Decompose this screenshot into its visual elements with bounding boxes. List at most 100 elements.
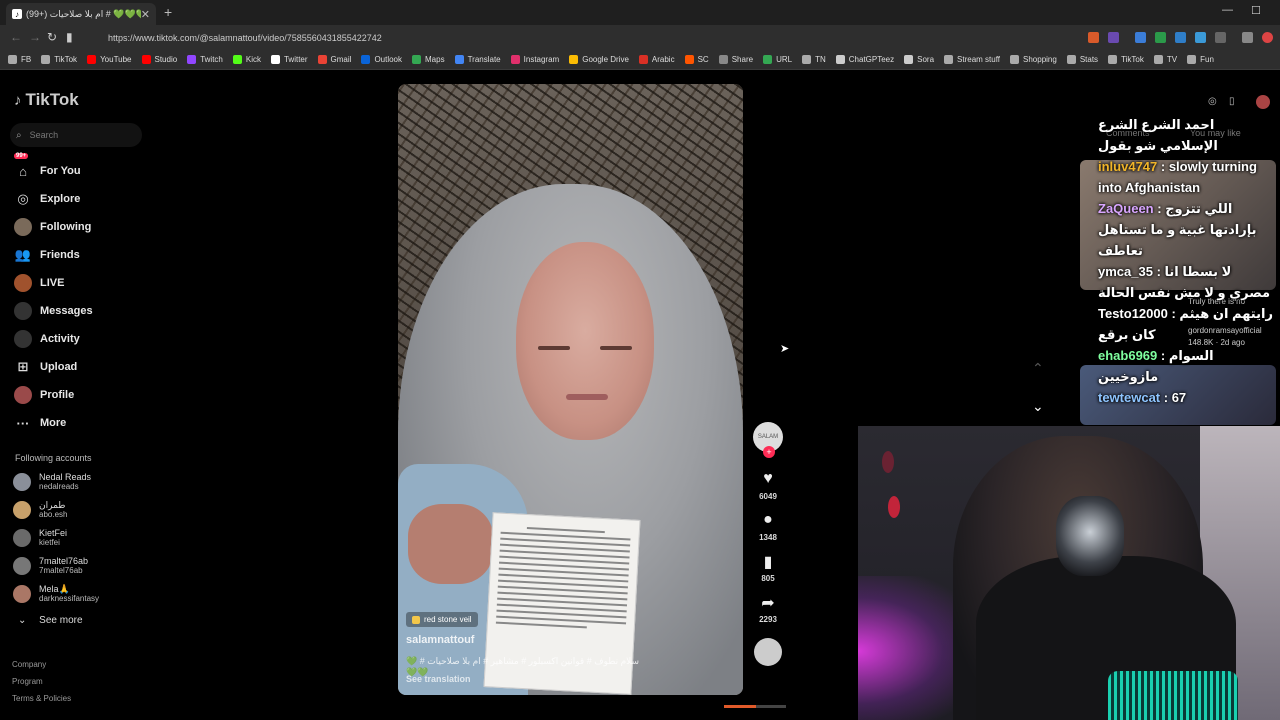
share-button[interactable]: ➦ 2293 xyxy=(752,593,784,624)
sidebar-item-more[interactable]: ··· More xyxy=(14,409,93,437)
author-avatar[interactable]: SALAM + xyxy=(753,422,783,458)
bookmark-chatgpteez[interactable]: ChatGPTeez xyxy=(835,55,894,64)
bookmark-gmail[interactable]: Gmail xyxy=(317,55,351,64)
bookmark-favicon-icon xyxy=(232,55,242,64)
bookmark-shopping[interactable]: Shopping xyxy=(1010,55,1057,64)
bookmark-google-drive[interactable]: Google Drive xyxy=(569,55,629,64)
sidebar-item-activity[interactable]: 99+ Activity xyxy=(14,153,93,353)
bookmark-fun[interactable]: Fun xyxy=(1187,55,1214,64)
video-player[interactable]: red stone veil salamnattouf سلام نطوف # … xyxy=(398,84,743,695)
music-disc-icon[interactable] xyxy=(754,638,782,666)
chat-username: ehab6969 xyxy=(1098,348,1158,363)
bookmark-maps[interactable]: Maps xyxy=(412,55,445,64)
brave-shield-icon[interactable] xyxy=(1088,32,1099,43)
save-button[interactable]: ▮ 805 xyxy=(752,552,784,583)
bookmark-twitch[interactable]: Twitch xyxy=(187,55,223,64)
bookmark-fb[interactable]: FB xyxy=(8,55,31,64)
bookmark-stats[interactable]: Stats xyxy=(1066,55,1098,64)
following-account-item[interactable]: طمران abo.esh xyxy=(13,496,99,524)
browser-tab[interactable]: ♪ (99+) ام بلا صلاحيات # 💚💚💚 # ✕ xyxy=(6,3,156,25)
previous-video-button[interactable]: ⌃ xyxy=(1032,360,1044,377)
bookmark-outlook[interactable]: Outlook xyxy=(361,55,402,64)
sidebar-item-explore[interactable]: ◎ Explore xyxy=(14,185,93,213)
chat-separator: : xyxy=(1157,159,1169,174)
tab-title: (99+) ام بلا صلاحيات # 💚💚💚 # xyxy=(26,8,141,19)
activity-icon xyxy=(14,330,32,348)
bookmark-icon[interactable]: ▮ xyxy=(66,30,73,44)
comment-button[interactable]: ● 1348 xyxy=(752,511,784,542)
bookmark-sora[interactable]: Sora xyxy=(904,55,934,64)
media-icon[interactable] xyxy=(1242,32,1253,43)
sidebar-item-upload[interactable]: ⊞ Upload xyxy=(14,353,93,381)
profile-avatar-icon[interactable] xyxy=(1256,95,1270,109)
bookmark-arabic[interactable]: Arabic xyxy=(638,55,675,64)
following-account-item[interactable]: KietFei kietfei xyxy=(13,524,99,552)
sound-chip[interactable]: red stone veil xyxy=(406,612,478,627)
bookmark-tiktok[interactable]: TikTok xyxy=(41,55,77,64)
extension-icon[interactable] xyxy=(1135,32,1146,43)
new-tab-button[interactable]: + xyxy=(164,4,172,20)
bookmark-kick[interactable]: Kick xyxy=(232,55,261,64)
bookmark-instagram[interactable]: Instagram xyxy=(510,55,559,64)
see-more-button[interactable]: ⌄ See more xyxy=(18,615,83,626)
sidebar-item-for-you[interactable]: ⌂ For You xyxy=(14,157,93,185)
forward-arrow-icon[interactable]: → xyxy=(29,30,41,44)
bookmark-favicon-icon xyxy=(1108,55,1118,64)
back-arrow-icon[interactable]: ← xyxy=(10,30,22,44)
phone-icon[interactable]: ▯ xyxy=(1229,96,1235,107)
extension-icon[interactable] xyxy=(1108,32,1119,43)
bookmark-share[interactable]: Share xyxy=(718,55,753,64)
bookmark-favicon-icon xyxy=(1153,55,1163,64)
video-progress-track[interactable] xyxy=(756,705,786,708)
bookmark-favicon-icon xyxy=(361,55,371,64)
footer-link-program[interactable]: Program xyxy=(12,673,71,690)
bookmark-youtube[interactable]: YouTube xyxy=(87,55,132,64)
following-account-item[interactable]: Nedal Reads nedalreads xyxy=(13,468,99,496)
bookmark-studio[interactable]: Studio xyxy=(141,55,177,64)
next-video-button[interactable]: ⌄ xyxy=(1032,398,1044,415)
search-input[interactable]: ⌕ Search xyxy=(10,123,142,147)
extension-icon[interactable] xyxy=(1155,32,1166,43)
chip-label: red stone veil xyxy=(424,615,472,624)
minimize-button[interactable]: — xyxy=(1222,4,1233,16)
notification-badge: 99+ xyxy=(14,153,29,159)
sidebar-item-following[interactable]: Following xyxy=(14,213,93,241)
sidebar-item-messages[interactable]: 99+ Messages xyxy=(14,153,93,325)
bookmark-stream-stuff[interactable]: Stream stuff xyxy=(944,55,1000,64)
follow-plus-icon[interactable]: + xyxy=(763,446,775,458)
extensions-menu-icon[interactable] xyxy=(1215,32,1226,43)
bookmark-tiktok[interactable]: TikTok xyxy=(1108,55,1144,64)
following-accounts-list: Nedal Reads nedalreads طمران abo.esh KietFei… xyxy=(13,468,99,608)
video-progress-fill[interactable] xyxy=(724,705,756,708)
like-button[interactable]: ♥ 6049 xyxy=(752,470,784,501)
profile-avatar-icon[interactable] xyxy=(1262,32,1273,43)
extension-icon[interactable] xyxy=(1195,32,1206,43)
sidebar-item-friends[interactable]: 👥 Friends xyxy=(14,241,93,269)
bookmark-twitter[interactable]: Twitter xyxy=(270,55,308,64)
reload-icon[interactable]: ↻ xyxy=(47,30,57,44)
sidebar-item-profile[interactable]: Profile xyxy=(14,381,93,409)
following-account-item[interactable]: 7maltel76ab 7maltel76ab xyxy=(13,552,99,580)
account-name: Nedal Reads xyxy=(39,472,92,482)
following-account-item[interactable]: Mela🙏 darknessifantasy xyxy=(13,580,99,608)
extension-icon[interactable] xyxy=(1175,32,1186,43)
mouse-cursor-icon: ➤ xyxy=(780,343,790,355)
maximize-button[interactable]: ☐ xyxy=(1251,4,1261,17)
search-placeholder: Search xyxy=(29,130,59,140)
sidebar-item-live[interactable]: LIVE xyxy=(14,269,93,297)
bookmark-favicon-icon xyxy=(187,55,197,64)
footer-link-terms[interactable]: Terms & Policies xyxy=(12,690,71,707)
chat-message: احمد الشرع الشرع الإسلامي شو بقول xyxy=(1098,114,1274,156)
bookmark-sc[interactable]: SC xyxy=(684,55,709,64)
video-author[interactable]: salamnattouf xyxy=(406,634,474,646)
footer-link-company[interactable]: Company xyxy=(12,656,71,673)
bookmark-tv[interactable]: TV xyxy=(1153,55,1177,64)
panel-icon[interactable]: ◎ xyxy=(1208,96,1217,107)
bookmark-url[interactable]: URL xyxy=(763,55,792,64)
tiktok-logo[interactable]: ♪ TikTok xyxy=(14,90,79,110)
see-translation-link[interactable]: See translation xyxy=(406,674,471,684)
bookmark-tn[interactable]: TN xyxy=(802,55,826,64)
bookmark-translate[interactable]: Translate xyxy=(454,55,501,64)
close-tab-icon[interactable]: ✕ xyxy=(141,8,150,21)
url-field[interactable]: https://www.tiktok.com/@salamnattouf/vid… xyxy=(88,28,1018,47)
